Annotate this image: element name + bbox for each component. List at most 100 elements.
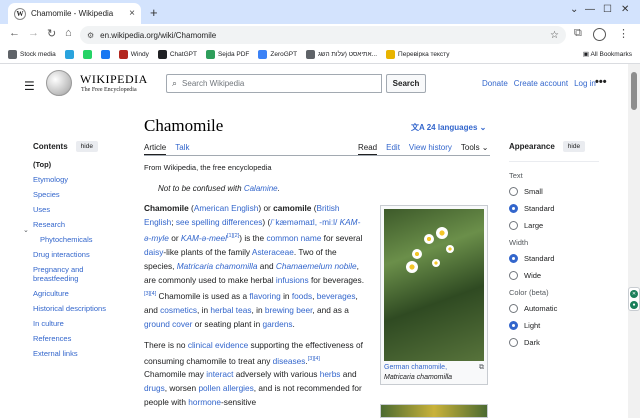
close-tab-icon[interactable]: × — [129, 8, 135, 19]
radio-button-icon[interactable] — [509, 321, 518, 330]
back-icon[interactable]: ← — [9, 27, 20, 39]
address-bar[interactable]: ⚙ en.wikipedia.org/wiki/Chamomile ☆ — [80, 26, 566, 44]
toc-item[interactable]: In culture — [33, 319, 129, 328]
toc-item[interactable]: Drug interactions — [33, 250, 129, 259]
radio-text-standard[interactable]: Standard — [509, 204, 599, 213]
new-tab-button[interactable]: + — [150, 5, 158, 20]
language-button[interactable]: 文A 24 languages ⌄ — [411, 122, 486, 133]
bookmark-item[interactable]: אתיאסט (עלות השג... — [306, 50, 377, 59]
extensions-icon[interactable]: ⧉ — [574, 27, 582, 40]
toc-hide-button[interactable]: hide — [75, 141, 98, 152]
radio-button-icon[interactable] — [509, 254, 518, 263]
page-scrollbar[interactable] — [628, 64, 640, 418]
profile-avatar-icon[interactable] — [593, 28, 606, 41]
second-infobox-image[interactable] — [380, 404, 488, 418]
link[interactable]: Asteraceae — [252, 247, 294, 257]
link[interactable]: gardens — [263, 319, 293, 329]
bookmark-item[interactable] — [82, 50, 92, 59]
link[interactable]: herbal teas — [210, 305, 251, 315]
radio-button-icon[interactable] — [509, 221, 518, 230]
reload-icon[interactable]: ↻ — [47, 27, 56, 40]
toc-item[interactable]: Species — [33, 190, 129, 199]
enlarge-icon[interactable]: ⧉ — [479, 363, 484, 373]
link[interactable]: American English — [194, 203, 259, 213]
chamomile-photo[interactable] — [384, 209, 484, 361]
toc-item[interactable]: Research — [33, 220, 129, 229]
link[interactable]: common name — [266, 233, 321, 243]
toc-item[interactable]: Phytochemicals — [33, 235, 129, 244]
radio-width-standard[interactable]: Standard — [509, 254, 599, 263]
infobox-image[interactable]: German chamomile, ⧉ Matricaria chamomill… — [380, 205, 488, 385]
link[interactable]: drugs — [144, 383, 165, 393]
radio-text-small[interactable]: Small — [509, 187, 599, 196]
radio-color-light[interactable]: Light — [509, 321, 599, 330]
link[interactable]: brewing beer — [265, 305, 313, 315]
link[interactable]: infusions — [276, 275, 309, 285]
link[interactable]: interact — [206, 369, 233, 379]
browser-tab[interactable]: W Chamomile - Wikipedia × — [8, 3, 141, 24]
radio-button-icon[interactable] — [509, 338, 518, 347]
toc-item[interactable]: (Top) — [33, 160, 129, 169]
site-info-icon[interactable]: ⚙ — [87, 31, 94, 40]
extension-widget[interactable]: ✕ ● — [628, 287, 640, 311]
top-link-create-account[interactable]: Create account — [514, 79, 568, 88]
link[interactable]: Matricaria chamomilla — [177, 261, 258, 271]
radio-button-icon[interactable] — [509, 204, 518, 213]
scrollbar-thumb[interactable] — [631, 72, 637, 110]
close-window-icon[interactable]: ✕ — [621, 4, 629, 15]
link[interactable]: hormone — [188, 397, 221, 407]
all-bookmarks-button[interactable]: ▣ All Bookmarks — [583, 50, 632, 58]
link[interactable]: pollen allergies — [198, 383, 253, 393]
bookmark-item[interactable]: Перевірка тексту — [386, 50, 449, 59]
link[interactable]: /ˈkæməmaɪl, -miːl/ — [270, 217, 337, 227]
home-icon[interactable]: ⌂ — [65, 27, 72, 39]
link[interactable]: see spelling differences — [176, 217, 263, 227]
tab-search-chevron-icon[interactable]: ⌄ — [570, 4, 578, 15]
search-input[interactable] — [182, 79, 363, 88]
close-widget-icon[interactable]: ✕ — [630, 289, 638, 298]
link[interactable]: flavoring — [249, 291, 280, 301]
toc-item[interactable]: Historical descriptions — [33, 304, 129, 313]
bookmark-star-icon[interactable]: ☆ — [550, 30, 559, 41]
wikipedia-wordmark[interactable]: WIKIPEDIA — [80, 72, 148, 87]
bookmark-item[interactable]: Sejda PDF — [205, 50, 249, 59]
bookmark-item[interactable]: Windy — [118, 50, 149, 59]
link[interactable]: KAM-ə-meel — [181, 233, 227, 243]
wikipedia-globe-logo[interactable] — [46, 70, 72, 96]
radio-text-large[interactable]: Large — [509, 221, 599, 230]
main-menu-icon[interactable]: ☰ — [24, 79, 35, 93]
link[interactable]: beverages — [317, 291, 356, 301]
appearance-hide-button[interactable]: hide — [562, 141, 586, 152]
link[interactable]: foods — [292, 291, 312, 301]
caption-link[interactable]: German chamomile, — [384, 364, 447, 371]
link[interactable]: Chamaemelum nobile — [276, 261, 357, 271]
radio-button-icon[interactable] — [509, 271, 518, 280]
toc-item[interactable]: Etymology — [33, 175, 129, 184]
link[interactable]: diseases — [273, 355, 306, 365]
search-button[interactable]: Search — [386, 74, 426, 93]
toc-item[interactable]: References — [33, 334, 129, 343]
link[interactable]: clinical evidence — [188, 340, 248, 350]
link[interactable]: cosmetics — [160, 305, 197, 315]
bookmark-item[interactable]: Stock media — [8, 50, 56, 59]
grammar-check-icon[interactable]: ● — [630, 300, 638, 309]
chevron-down-icon[interactable]: ⌄ — [23, 226, 29, 234]
top-link-log-in[interactable]: Log in — [574, 79, 596, 88]
more-options-icon[interactable]: ••• — [595, 76, 607, 88]
radio-width-wide[interactable]: Wide — [509, 271, 599, 280]
link[interactable]: herbs — [320, 369, 341, 379]
top-link-donate[interactable]: Donate — [482, 79, 508, 88]
bookmark-item[interactable]: ChatGPT — [157, 50, 197, 59]
bookmark-item[interactable] — [100, 50, 110, 59]
forward-icon[interactable]: → — [28, 27, 39, 39]
search-box[interactable]: ⌕ — [166, 74, 382, 93]
toc-item[interactable]: Pregnancy and breastfeeding — [33, 265, 129, 283]
toc-item[interactable]: External links — [33, 349, 129, 358]
hatnote-link[interactable]: Calamine — [244, 184, 278, 193]
minimize-icon[interactable]: — — [585, 4, 595, 15]
link[interactable]: daisy — [144, 247, 163, 257]
maximize-icon[interactable]: ☐ — [603, 4, 612, 15]
toc-item[interactable]: Agriculture — [33, 289, 129, 298]
bookmark-item[interactable] — [64, 50, 74, 59]
radio-color-automatic[interactable]: Automatic — [509, 304, 599, 313]
